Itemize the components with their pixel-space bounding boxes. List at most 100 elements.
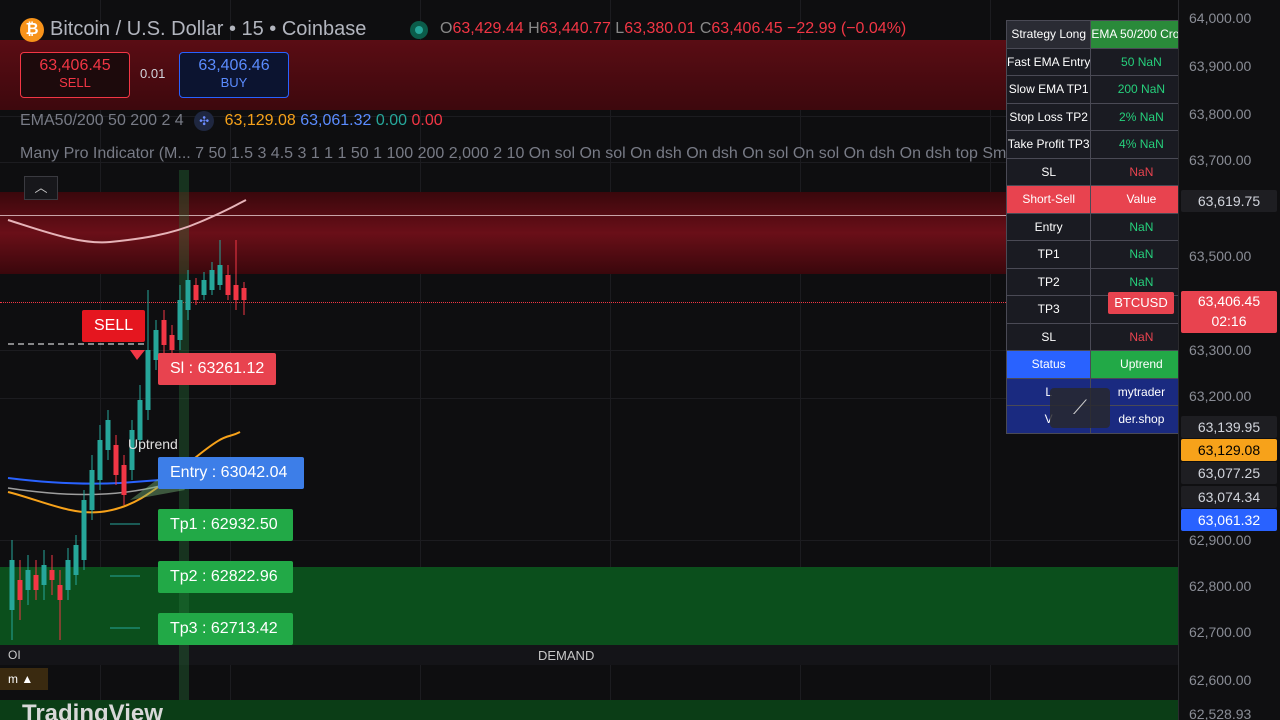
buy-button[interactable]: 63,406.46 BUY xyxy=(179,52,289,98)
table-row: SL NaN xyxy=(1005,157,1193,186)
symbol-title[interactable]: Bitcoin / U.S. Dollar • 15 • Coinbase xyxy=(50,18,366,41)
candle-body xyxy=(233,285,239,300)
sell-button[interactable]: 63,406.45 SELL xyxy=(20,52,130,98)
price-label: 63,077.25 xyxy=(1181,462,1277,484)
price-tick: 63,900.00 xyxy=(1189,58,1252,74)
table-row: Short-Sell Value xyxy=(1005,185,1193,214)
table-value-cell: Uptrend xyxy=(1090,350,1193,379)
symbol-price-tag: BTCUSD xyxy=(1108,292,1174,314)
table-key-cell: Short-Sell xyxy=(1005,185,1092,214)
price-tick: 63,200.00 xyxy=(1189,388,1252,404)
table-row: TP1 NaN xyxy=(1005,240,1193,269)
candle-body xyxy=(25,570,31,590)
strategy-table: Strategy Long EMA 50/200 Cross Fast EMA En… xyxy=(1005,20,1193,434)
candle-body xyxy=(185,280,191,310)
ema-slow-line xyxy=(7,477,161,485)
chart-area[interactable]: DEMAND OI m ▲ SELL Sl : 63261.12 Uptrend… xyxy=(0,0,1178,720)
settings-icon[interactable]: ✣ xyxy=(194,111,215,131)
price-tick: 64,000.00 xyxy=(1189,10,1252,26)
candle-body xyxy=(97,440,103,480)
spread-value: 0.01 xyxy=(140,66,166,81)
table-value-cell: 4% NaN xyxy=(1090,130,1193,159)
table-value-cell: Value xyxy=(1090,185,1193,214)
candle-body xyxy=(169,335,175,350)
candle-body xyxy=(161,320,167,345)
market-open-icon xyxy=(410,21,428,39)
table-row: Slow EMA TP1 200 NaN xyxy=(1005,75,1193,104)
table-value-cell: 2% NaN xyxy=(1090,102,1193,131)
price-tick: 63,700.00 xyxy=(1189,152,1252,168)
table-key-cell: TP3 xyxy=(1005,295,1092,324)
price-label: 63,619.75 xyxy=(1181,190,1277,212)
table-value-cell: NaN xyxy=(1090,322,1193,351)
price-axis[interactable]: 64,000.00 63,900.00 63,800.00 63,700.00 63,5… xyxy=(1178,0,1280,720)
symbol-header: ₿ Bitcoin / U.S. Dollar • 15 • Coinbase … xyxy=(0,10,1000,50)
ohlc-values: O63,429.44 H63,440.77 L63,380.01 C63,406… xyxy=(440,20,907,37)
bitcoin-icon: ₿ xyxy=(20,18,44,42)
tradingview-watermark: TradingView xyxy=(22,700,163,720)
table-row: Strategy Long EMA 50/200 Cross xyxy=(1005,20,1193,49)
candle-body xyxy=(217,265,223,285)
table-key-cell: SL xyxy=(1005,157,1092,186)
table-row: Status Uptrend xyxy=(1005,350,1193,379)
candle-body xyxy=(193,285,199,300)
candle-body xyxy=(209,270,215,290)
pro-ema-line xyxy=(7,199,247,244)
candle-body xyxy=(9,560,15,610)
candle-body xyxy=(81,500,87,560)
table-key-cell: Slow EMA TP1 xyxy=(1005,75,1092,104)
sell-signal-badge: SELL xyxy=(82,310,146,342)
drawing-tool-icon[interactable]: ⟋ xyxy=(1050,388,1110,428)
stop-loss-badge: Sl : 63261.12 xyxy=(158,353,277,385)
price-tick: 62,600.00 xyxy=(1189,672,1252,688)
candle-body xyxy=(41,565,47,585)
candle-body xyxy=(177,300,183,340)
table-key-cell: Status xyxy=(1005,350,1092,379)
candle-body xyxy=(201,280,207,295)
table-key-cell: Fast EMA Entry xyxy=(1005,47,1092,76)
collapse-legend-button[interactable]: ︿ xyxy=(24,176,58,200)
candle-body xyxy=(145,350,151,410)
candle-body xyxy=(113,445,119,475)
price-label: 63,139.95 xyxy=(1181,416,1277,438)
table-row: SL NaN xyxy=(1005,322,1193,351)
candle-body xyxy=(33,575,39,590)
table-key-cell: Take Profit TP3 xyxy=(1005,130,1092,159)
price-tick: 62,800.00 xyxy=(1189,578,1252,594)
candle-body xyxy=(225,275,231,295)
pro-indicator-legend[interactable]: Many Pro Indicator (M... 7 50 1.5 3 4.5 … xyxy=(20,145,1058,163)
candle-body xyxy=(49,570,55,580)
table-key-cell: Strategy Long xyxy=(1005,20,1092,49)
candle-body xyxy=(121,465,127,495)
candle-body xyxy=(89,470,95,510)
price-label: 63,061.32 xyxy=(1181,509,1277,531)
price-label: 63,074.34 xyxy=(1181,486,1277,508)
table-value-cell: NaN xyxy=(1090,240,1193,269)
table-key-cell: TP2 xyxy=(1005,267,1092,296)
ema-indicator-legend[interactable]: EMA50/200 50 200 2 4 ✣ 63,129.08 63,061.… xyxy=(20,111,443,131)
tp1-badge: Tp1 : 62932.50 xyxy=(158,509,293,541)
table-key-cell: Entry xyxy=(1005,212,1092,241)
table-value-cell: NaN xyxy=(1090,157,1193,186)
price-tick: 63,800.00 xyxy=(1189,106,1252,122)
candle-body xyxy=(137,400,143,440)
table-key-cell: TP1 xyxy=(1005,240,1092,269)
price-label: 63,129.08 xyxy=(1181,439,1277,461)
current-price-label: 63,406.45 02:16 xyxy=(1181,291,1277,333)
candle-body xyxy=(105,420,111,450)
price-tick: 63,300.00 xyxy=(1189,342,1252,358)
candle-body xyxy=(57,585,63,600)
candle-body xyxy=(241,288,247,300)
candle-body xyxy=(17,580,23,600)
price-tick: 62,900.00 xyxy=(1189,532,1252,548)
candle-body xyxy=(73,545,79,575)
table-value-cell: NaN xyxy=(1090,212,1193,241)
table-value-cell: 50 NaN xyxy=(1090,47,1193,76)
price-tick: 62,528.93 xyxy=(1189,706,1252,720)
uptrend-label: Uptrend xyxy=(128,436,178,452)
table-row: Stop Loss TP2 2% NaN xyxy=(1005,102,1193,131)
tp3-badge: Tp3 : 62713.42 xyxy=(158,613,293,645)
table-row: Take Profit TP3 4% NaN xyxy=(1005,130,1193,159)
table-key-cell: SL xyxy=(1005,322,1092,351)
candle-body xyxy=(65,560,71,590)
